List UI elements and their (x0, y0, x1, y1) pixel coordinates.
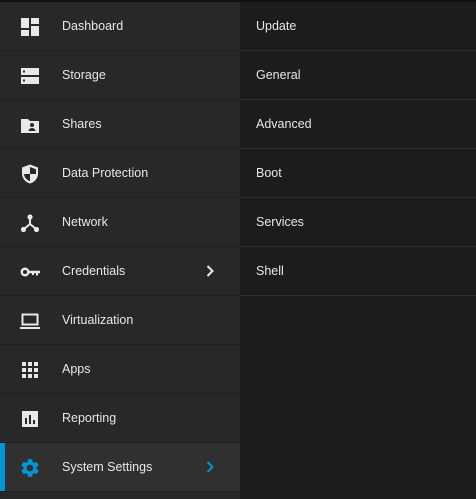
sidebar-nav: Dashboard Storage Shares Data Protection… (0, 2, 240, 499)
chevron-right-icon (203, 460, 217, 474)
apps-grid-icon (19, 359, 41, 381)
submenu-item-general[interactable]: General (240, 51, 476, 100)
sidebar-item-label: Credentials (62, 264, 126, 278)
sidebar-item-label: Storage (62, 68, 106, 82)
sidebar-item-label: Dashboard (62, 19, 124, 33)
system-settings-submenu: Update General Advanced Boot Services Sh… (240, 2, 476, 499)
sidebar-item-network[interactable]: Network (0, 198, 240, 247)
sidebar-item-shares[interactable]: Shares (0, 100, 240, 149)
key-icon (19, 261, 41, 283)
sidebar-item-reporting[interactable]: Reporting (0, 394, 240, 443)
sidebar-item-credentials[interactable]: Credentials (0, 247, 240, 296)
reporting-icon (19, 408, 41, 430)
sidebar-item-label: Apps (62, 362, 91, 376)
sidebar-item-label: Data Protection (62, 166, 149, 180)
storage-icon (19, 65, 41, 87)
sidebar-item-dashboard[interactable]: Dashboard (0, 2, 240, 51)
sidebar-item-label: Network (62, 215, 108, 229)
dashboard-icon (19, 16, 41, 38)
sidebar-item-virtualization[interactable]: Virtualization (0, 296, 240, 345)
shares-icon (19, 114, 41, 136)
submenu-item-shell[interactable]: Shell (240, 247, 476, 296)
gear-icon (19, 457, 41, 479)
sidebar-item-apps[interactable]: Apps (0, 345, 240, 394)
sidebar-item-label: Virtualization (62, 313, 134, 327)
submenu-item-boot[interactable]: Boot (240, 149, 476, 198)
sidebar-item-label: Reporting (62, 411, 117, 425)
chevron-right-icon (203, 264, 217, 278)
sidebar-item-label: System Settings (62, 460, 153, 474)
sidebar-item-label: Shares (62, 117, 102, 131)
submenu-item-update[interactable]: Update (240, 2, 476, 51)
submenu-item-advanced[interactable]: Advanced (240, 100, 476, 149)
sidebar-item-data-protection[interactable]: Data Protection (0, 149, 240, 198)
shield-icon (19, 163, 41, 185)
submenu-item-services[interactable]: Services (240, 198, 476, 247)
laptop-icon (19, 310, 41, 332)
network-icon (19, 212, 41, 234)
sidebar-item-system-settings[interactable]: System Settings (0, 443, 240, 492)
sidebar-item-storage[interactable]: Storage (0, 51, 240, 100)
